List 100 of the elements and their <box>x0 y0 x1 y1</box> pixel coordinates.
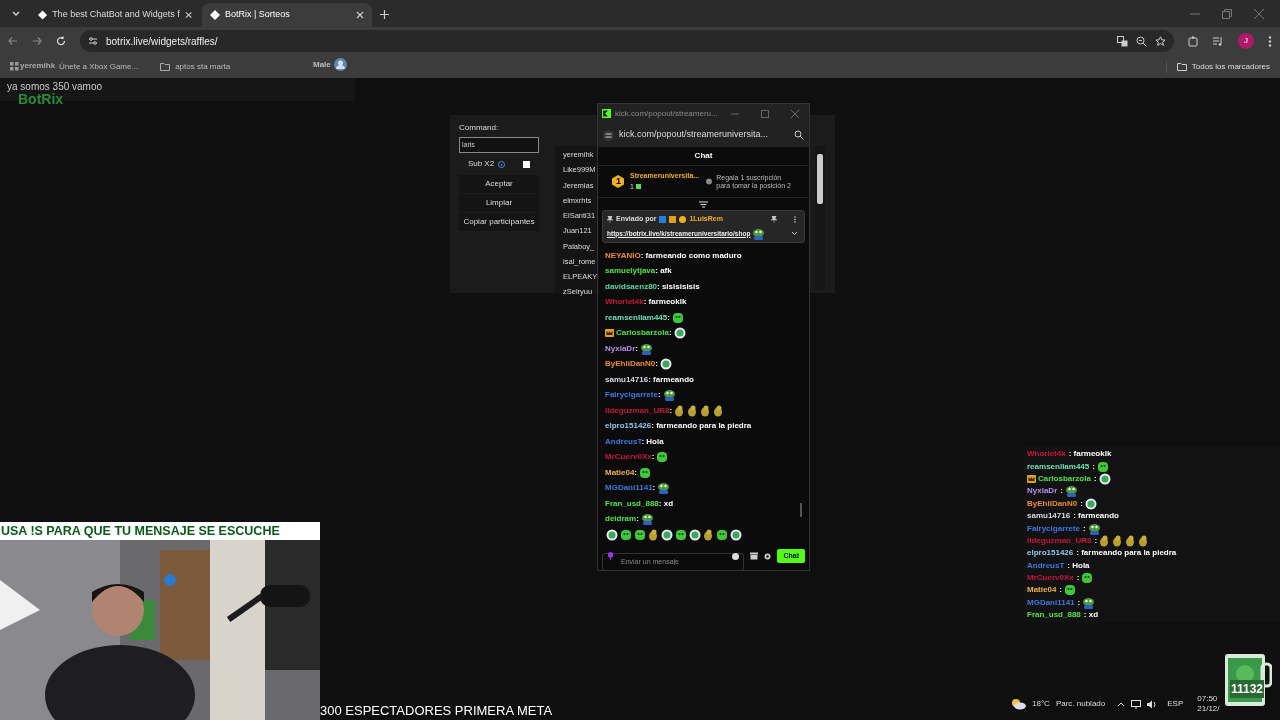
browser-tab[interactable]: The best ChatBot and Widgets f <box>30 3 200 27</box>
chat-message: Fairycigarrete: <box>605 389 661 402</box>
chick-emote-icon <box>1138 534 1150 547</box>
chick-emote-icon <box>713 404 725 417</box>
pin-icon <box>607 215 613 223</box>
settings-icon[interactable] <box>764 552 772 560</box>
apps-icon[interactable] <box>10 62 19 71</box>
chick-emote-icon <box>648 529 659 541</box>
blob-emote-icon <box>671 311 684 324</box>
raffle-button[interactable]: Copiar participantes <box>459 213 539 231</box>
moderator-badge-icon <box>659 215 667 223</box>
round-emote-icon <box>689 529 701 541</box>
bookmark-folder[interactable]: Todos los marcadores <box>1191 60 1270 73</box>
browser-tab[interactable]: BotRix | Sorteos <box>202 3 372 27</box>
chat-message: MGDani1141: <box>605 482 656 495</box>
frog-emote-icon <box>662 389 676 402</box>
profile-avatar[interactable]: J <box>1238 33 1254 49</box>
chick-emote-icon <box>1125 534 1137 547</box>
extensions-icon[interactable] <box>1188 35 1199 47</box>
pin-icon[interactable] <box>771 215 777 223</box>
counter-text: 11132 <box>1229 680 1264 698</box>
new-tab-icon[interactable] <box>380 10 389 19</box>
star-icon[interactable] <box>1155 35 1166 47</box>
round-emote-icon <box>659 358 672 371</box>
back-icon[interactable] <box>8 36 18 46</box>
round-emote-icon <box>1098 472 1111 485</box>
frog-emote-icon <box>1087 522 1101 535</box>
translate-icon[interactable] <box>1117 35 1128 47</box>
bookmark-folder[interactable]: aptos sta marta <box>175 60 231 73</box>
media-icon[interactable] <box>1213 35 1224 47</box>
chick-emote-icon <box>687 404 699 417</box>
chat-message: NyxiaDr: <box>605 342 638 355</box>
chat-message: Fairycigarrete : <box>1027 522 1086 535</box>
round-emote-icon <box>673 327 686 340</box>
alert-name: Male <box>313 58 331 71</box>
diamond-icon <box>210 10 220 20</box>
tab-list-icon[interactable] <box>11 8 21 19</box>
chick-emote-icon <box>674 404 686 417</box>
bookmark[interactable]: Únete a Xbox Game... <box>59 60 139 73</box>
blob-emote-icon <box>634 529 646 541</box>
round-emote-icon <box>661 529 673 541</box>
chat-message: ByEhliDanN0 : <box>1027 497 1083 510</box>
chat-message: NEYANIO: farmeando como maduro <box>605 249 742 262</box>
diamond-icon <box>38 10 48 20</box>
chevron-up-icon[interactable] <box>1117 701 1126 707</box>
chat-message: Fran_usd_888 : xd <box>1027 609 1099 622</box>
chick-emote-icon <box>1112 534 1124 547</box>
language-indicator[interactable]: ESP <box>1167 698 1184 710</box>
folder-icon <box>160 62 171 71</box>
chat-message: Matie04 : <box>1027 584 1063 597</box>
crown-badge-icon <box>669 215 677 223</box>
menu-icon[interactable] <box>1268 35 1272 47</box>
reload-icon[interactable] <box>56 36 66 46</box>
chat-message: AndreusT: Hola <box>605 435 664 448</box>
microphone-icon <box>608 552 613 560</box>
chat-message: elpro151426: farmeando para la piedra <box>605 420 752 433</box>
network-icon[interactable] <box>1131 699 1142 709</box>
avatar-icon <box>333 58 347 71</box>
chat-message: samu14716: farmeando <box>605 373 694 386</box>
blob-emote-icon <box>620 529 632 541</box>
store-icon[interactable] <box>750 552 759 560</box>
chat-message: deidram: <box>605 513 639 526</box>
option-label: Sub X2 <box>467 158 495 170</box>
chat-message: AndreusT : Hola <box>1027 559 1090 572</box>
frog-emote-icon <box>657 482 671 495</box>
raffle-button[interactable]: Aceptar <box>459 175 539 193</box>
chick-emote-icon <box>1099 534 1111 547</box>
weather-text: Parc. nublado <box>1055 698 1106 710</box>
chat-message: Fran_usd_888: xd <box>605 497 674 510</box>
round-emote-icon <box>1084 497 1097 510</box>
volume-icon[interactable] <box>1147 699 1158 709</box>
blob-emote-icon <box>656 451 669 464</box>
chat-message: reamsenllam445 : <box>1027 460 1095 473</box>
field-label: Command: <box>459 122 500 134</box>
zoom-icon[interactable] <box>1136 35 1147 47</box>
address-field[interactable]: botrix.live/widgets/raffles/ <box>80 30 1174 52</box>
chat-message: Ildeguzman_UR8: <box>605 404 673 417</box>
checkbox[interactable] <box>523 160 531 168</box>
zoom-icon[interactable] <box>794 130 804 140</box>
expand-icon[interactable] <box>791 231 798 236</box>
rank-badge-icon <box>679 215 687 223</box>
raffle-button[interactable]: Limpiar <box>459 194 539 212</box>
rank-badge-icon <box>612 174 624 189</box>
collapse-icon[interactable] <box>699 200 708 208</box>
chat-message: reamsenllam445: <box>605 311 670 324</box>
maximize-icon[interactable] <box>761 109 769 118</box>
forward-icon[interactable] <box>32 36 42 46</box>
webcam-banner: USA !S PARA QUE TU MENSAJE SE ESCUCHE <box>0 522 320 540</box>
chat-header: Chat <box>598 147 809 166</box>
clock-date: 21/12/ <box>1197 704 1220 714</box>
scroll-thumb <box>800 503 802 517</box>
close-icon[interactable] <box>1254 9 1264 19</box>
round-emote-icon <box>606 529 618 541</box>
alert-username: yeremihk <box>20 60 56 72</box>
chat-message: samuelytjava: afk <box>605 265 672 278</box>
chat-message: Matie04: <box>605 466 638 479</box>
folder-icon <box>1176 62 1187 71</box>
restore-icon[interactable] <box>1222 9 1232 19</box>
chat-message: Carlosbarzola : <box>1038 472 1097 485</box>
blob-emote-icon <box>1081 572 1094 585</box>
